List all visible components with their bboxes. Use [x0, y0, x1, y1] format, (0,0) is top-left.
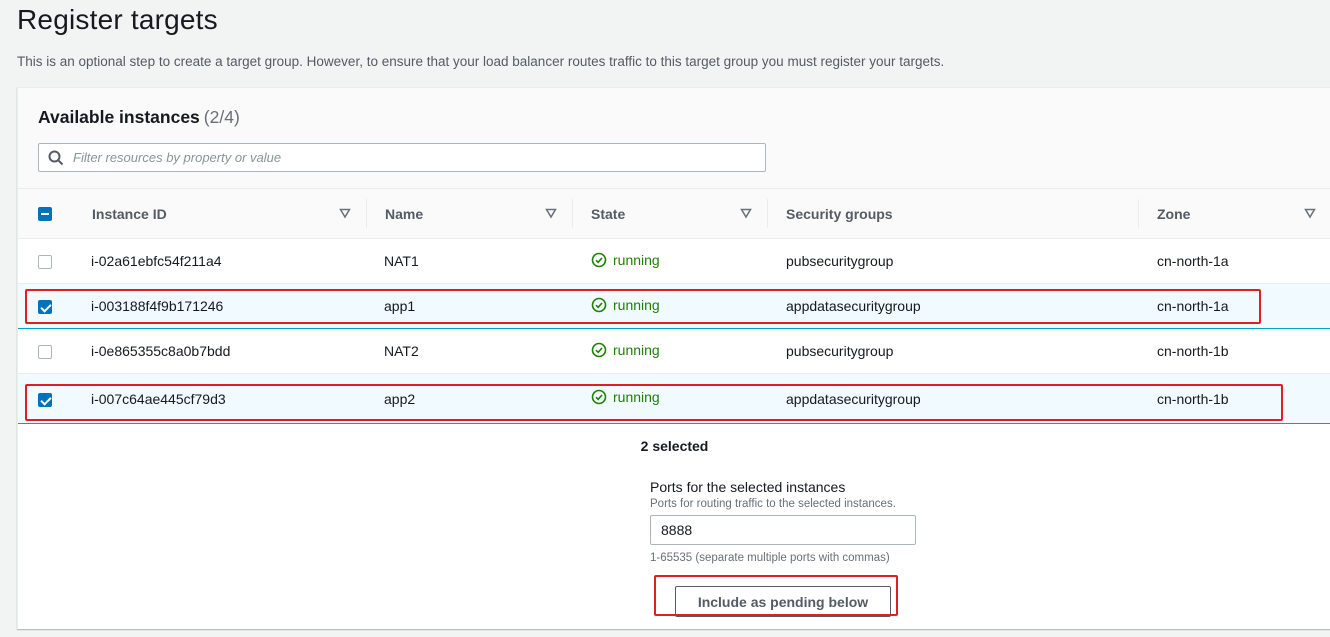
available-instances-panel: Available instances (2/4) Filter resourc… [17, 87, 1330, 629]
state-indicator: running [591, 342, 660, 358]
panel-title-text: Available instances [38, 107, 200, 127]
selected-summary: 2 selected [640, 438, 709, 454]
column-header-zone[interactable]: Zone [1138, 188, 1330, 239]
column-label: Instance ID [92, 205, 167, 222]
row-checkbox[interactable] [38, 300, 52, 315]
state-text: running [613, 389, 660, 405]
search-icon [48, 150, 64, 166]
selection-count: (2/4) [203, 107, 240, 127]
row-checkbox[interactable] [38, 392, 52, 407]
select-all-cell [18, 188, 73, 239]
include-as-pending-button[interactable]: Include as pending below [675, 586, 891, 617]
check-circle-icon [591, 297, 607, 312]
ports-description: Ports for routing traffic to the selecte… [650, 498, 896, 510]
column-separator[interactable] [366, 199, 367, 228]
column-label: State [591, 205, 626, 222]
zone: cn-north-1a [1157, 298, 1229, 314]
state-text: running [613, 251, 660, 268]
security-groups: pubsecuritygroup [786, 253, 894, 269]
column-label: Zone [1157, 205, 1191, 222]
table-row[interactable]: i-003188f4f9b171246 app1 running appdata… [18, 283, 1330, 329]
column-label: Security groups [786, 205, 893, 222]
instances-table: Instance ID Name State Security groups Z… [18, 188, 1330, 424]
zone: cn-north-1b [1157, 390, 1229, 407]
check-circle-icon [591, 342, 607, 357]
filter-box[interactable] [38, 143, 766, 172]
security-groups: appdatasecuritygroup [786, 390, 921, 407]
instance-id: i-02a61ebfc54f211a4 [91, 253, 222, 269]
select-all-checkbox[interactable] [38, 206, 52, 221]
column-separator[interactable] [767, 199, 768, 228]
state-indicator: running [591, 389, 660, 405]
instance-id: i-007c64ae445cf79d3 [91, 390, 226, 407]
instance-id: i-003188f4f9b171246 [91, 298, 224, 314]
instance-id: i-0e865355c8a0b7bdd [91, 343, 231, 359]
sort-triangle-icon[interactable] [1304, 207, 1316, 219]
row-checkbox[interactable] [38, 255, 52, 270]
panel-header: Available instances (2/4) [18, 88, 1330, 188]
column-header-state[interactable]: State [572, 188, 767, 239]
column-header-name[interactable]: Name [366, 188, 572, 239]
page-title: Register targets [17, 4, 218, 35]
zone: cn-north-1b [1157, 343, 1229, 359]
ports-field: Ports for the selected instances Ports f… [650, 479, 950, 564]
column-label: Name [385, 205, 424, 222]
state-text: running [613, 341, 660, 358]
sort-triangle-icon[interactable] [339, 207, 351, 219]
ports-hint: 1-65535 (separate multiple ports with co… [650, 552, 890, 564]
check-circle-icon [591, 389, 607, 405]
instance-name: app1 [384, 298, 416, 314]
filter-input[interactable] [73, 148, 753, 167]
table-row[interactable]: i-007c64ae445cf79d3 app2 running appdata… [18, 373, 1330, 424]
sort-triangle-icon[interactable] [545, 207, 557, 219]
security-groups: pubsecuritygroup [786, 343, 894, 359]
instance-name: app2 [384, 390, 416, 407]
column-separator[interactable] [572, 199, 573, 228]
zone: cn-north-1a [1157, 253, 1229, 269]
security-groups: appdatasecuritygroup [786, 298, 921, 314]
page-description: This is an optional step to create a tar… [17, 54, 945, 69]
state-text: running [613, 296, 660, 313]
table-row[interactable]: i-02a61ebfc54f211a4 NAT1 running pubsecu… [18, 239, 1330, 284]
register-targets-page: Register targets This is an optional ste… [0, 0, 1330, 637]
sort-triangle-icon[interactable] [740, 207, 752, 219]
ports-input[interactable] [650, 515, 916, 545]
column-header-security-groups[interactable]: Security groups [767, 188, 1138, 239]
instance-name: NAT2 [384, 343, 419, 359]
check-circle-icon [591, 252, 607, 267]
table-row[interactable]: i-0e865355c8a0b7bdd NAT2 running pubsecu… [18, 329, 1330, 374]
state-indicator: running [591, 297, 660, 313]
column-separator[interactable] [1138, 199, 1139, 228]
column-header-instance-id[interactable]: Instance ID [73, 188, 366, 239]
panel-title: Available instances (2/4) [38, 107, 240, 128]
ports-label: Ports for the selected instances [650, 479, 846, 495]
table-header-row: Instance ID Name State Security groups Z… [18, 188, 1330, 239]
state-indicator: running [591, 252, 660, 268]
instance-name: NAT1 [384, 253, 419, 269]
row-checkbox[interactable] [38, 345, 52, 360]
